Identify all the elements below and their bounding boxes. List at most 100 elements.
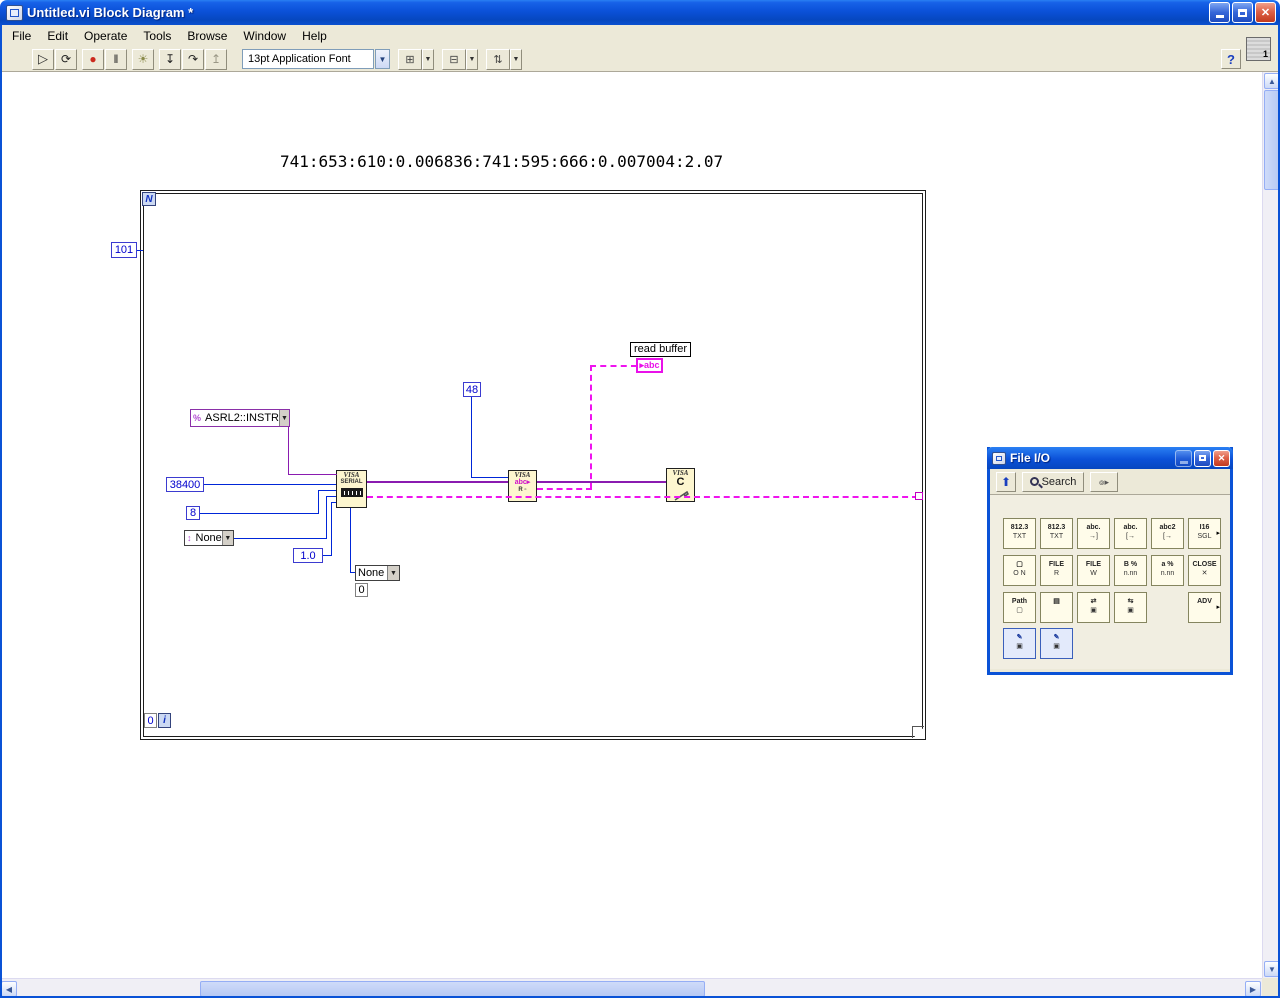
free-label: 741:653:610:0.006836:741:595:666:0.00700… — [280, 152, 724, 171]
read-buffer-terminal[interactable]: ▸abc — [636, 358, 663, 373]
menu-tools[interactable]: Tools — [135, 26, 179, 46]
palette-title: File I/O — [1010, 451, 1051, 465]
horizontal-scrollbar[interactable]: ◀ ▶ — [0, 978, 1262, 998]
dropdown-icon[interactable]: ▼ — [278, 410, 289, 426]
abort-button[interactable]: ● — [82, 48, 104, 70]
wire-parity-v — [326, 496, 327, 539]
wire-count — [137, 250, 143, 251]
wire-string-h1 — [537, 488, 592, 490]
wire-visa-session-1 — [367, 481, 508, 483]
for-loop[interactable] — [140, 190, 926, 740]
loop-index-display: 0 — [144, 713, 157, 728]
wire-stopbits-h2 — [331, 502, 336, 503]
palette-item-read-measurement-file[interactable]: ✎ ▣ — [1040, 628, 1073, 659]
stop-bits-constant[interactable]: 1.0 — [293, 548, 323, 563]
wire-string-v — [590, 365, 592, 489]
wire-flow-h — [350, 572, 355, 573]
app-icon — [6, 4, 23, 21]
dropdown-icon[interactable]: ▼ — [221, 531, 233, 545]
visa-configure-serial-port-node[interactable]: VISA SERIAL — [336, 470, 367, 508]
align-objects-button[interactable]: ⊞ ▼ — [398, 48, 434, 70]
run-button[interactable]: ▷ — [32, 48, 54, 70]
parity-constant[interactable]: ↕ None ▼ — [184, 530, 234, 546]
run-continuous-button[interactable]: ⟳ — [55, 48, 77, 70]
byte-count-constant[interactable]: 48 — [463, 382, 481, 397]
palette-restore-button[interactable] — [1194, 449, 1211, 467]
palette-item-read-lines[interactable]: abc2 [→ — [1151, 518, 1184, 549]
distribute-icon: ⊟ — [442, 48, 466, 70]
close-button[interactable]: ✕ — [1255, 2, 1276, 23]
context-help-button[interactable]: ? — [1221, 49, 1241, 69]
flow-control-constant[interactable]: None ▼ — [355, 565, 400, 581]
wire-visa-session-2 — [537, 481, 666, 483]
palette-item-path-constant[interactable]: Path ▢ — [1003, 592, 1036, 623]
menu-window[interactable]: Window — [235, 26, 294, 46]
palette-item-write-characters[interactable]: abc. →] — [1077, 518, 1110, 549]
palette-item-binary-file-submenu[interactable]: I16 SGL — [1188, 518, 1221, 549]
step-into-button[interactable]: ↧ — [159, 48, 181, 70]
scroll-left-button[interactable]: ◀ — [1, 981, 17, 997]
palette-item-write-file[interactable]: FILE W — [1077, 555, 1110, 586]
palette-item-binary-read[interactable]: B % n.nn — [1114, 555, 1147, 586]
loop-resize-handle[interactable] — [912, 726, 924, 738]
palette-item-write-spreadsheet[interactable]: 812.3 TXT — [1003, 518, 1036, 549]
palette-item-read-file[interactable]: FILE R — [1040, 555, 1073, 586]
menu-browse[interactable]: Browse — [179, 26, 235, 46]
wire-string-h2 — [590, 365, 637, 367]
data-bits-constant[interactable]: 8 — [186, 506, 200, 520]
palette-item-close-file[interactable]: CLOSE ✕ — [1188, 555, 1221, 586]
flow-zero-constant[interactable]: 0 — [355, 583, 368, 597]
loop-iteration-terminal: i — [158, 713, 171, 728]
step-out-button[interactable]: ↥ — [205, 48, 227, 70]
step-over-button[interactable]: ↷ — [182, 48, 204, 70]
horizontal-scroll-thumb[interactable] — [200, 981, 705, 997]
menu-operate[interactable]: Operate — [76, 26, 135, 46]
maximize-button[interactable] — [1232, 2, 1253, 23]
menu-help[interactable]: Help — [294, 26, 335, 46]
palette-item-read-characters[interactable]: abc. [→ — [1114, 518, 1147, 549]
reorder-button[interactable]: ⇅ ▼ — [486, 48, 522, 70]
visa-resource-constant[interactable]: % ASRL2::INSTR ▼ — [190, 409, 290, 427]
search-icon — [1029, 477, 1039, 486]
read-buffer-label[interactable]: read buffer — [630, 342, 692, 357]
reorder-icon: ⇅ — [486, 48, 510, 70]
distribute-objects-button[interactable]: ⊟ ▼ — [442, 48, 478, 70]
menu-file[interactable]: File — [4, 26, 39, 46]
block-diagram-canvas[interactable]: 741:653:610:0.006836:741:595:666:0.00700… — [0, 72, 1262, 978]
palette-titlebar: File I/O ✕ — [987, 447, 1233, 469]
minimize-button[interactable] — [1209, 2, 1230, 23]
palette-close-button[interactable]: ✕ — [1213, 449, 1230, 467]
palette-search-button[interactable]: Search — [1022, 471, 1084, 492]
pause-button[interactable]: ‖ — [105, 48, 127, 70]
scroll-right-button[interactable]: ▶ — [1245, 981, 1261, 997]
font-selector-dropdown-icon[interactable]: ▼ — [375, 49, 390, 69]
palette-item-refnum-to-path[interactable]: ⇄ ▣ — [1077, 592, 1110, 623]
vi-icon[interactable]: 1 — [1246, 37, 1271, 61]
align-icon: ⊞ — [398, 48, 422, 70]
wire-databits-h1 — [200, 513, 318, 514]
palette-minimize-button[interactable] — [1175, 449, 1192, 467]
palette-item-binary-write[interactable]: a % n.nn — [1151, 555, 1184, 586]
menubar: File Edit Operate Tools Browse Window He… — [0, 25, 1280, 47]
highlight-execution-button[interactable]: ☀ — [132, 48, 154, 70]
palette-up-button[interactable]: ⬆ — [996, 471, 1016, 492]
palette-options-button[interactable]: ๏▸ — [1090, 471, 1118, 492]
baud-rate-constant[interactable]: 38400 — [166, 477, 204, 492]
palette-item-open-create-file[interactable]: ▢ O N — [1003, 555, 1036, 586]
dropdown-icon[interactable]: ▼ — [387, 566, 399, 580]
font-selector[interactable]: 13pt Application Font — [242, 49, 374, 69]
wire-visa-resource-v — [288, 427, 289, 475]
menu-edit[interactable]: Edit — [39, 26, 76, 46]
palette-item-advanced-submenu[interactable]: ADV — [1188, 592, 1221, 623]
wire-visa-resource-h — [288, 474, 337, 475]
file-io-palette-window[interactable]: File I/O ✕ ⬆ Search ๏▸ 812.3 TXT 812.3 TXT… — [987, 447, 1233, 675]
palette-icon — [992, 451, 1006, 465]
wire-baud — [204, 484, 336, 485]
palette-item-file-dialog[interactable]: ▤ — [1040, 592, 1073, 623]
palette-toolbar: ⬆ Search ๏▸ — [990, 469, 1230, 495]
palette-item-read-spreadsheet[interactable]: 812.3 TXT — [1040, 518, 1073, 549]
loop-count-constant[interactable]: 101 — [111, 242, 137, 258]
palette-item-write-measurement-file[interactable]: ✎ ▣ — [1003, 628, 1036, 659]
window-title: Untitled.vi Block Diagram * — [27, 5, 194, 20]
palette-item-path-to-refnum[interactable]: ⇆ ▣ — [1114, 592, 1147, 623]
